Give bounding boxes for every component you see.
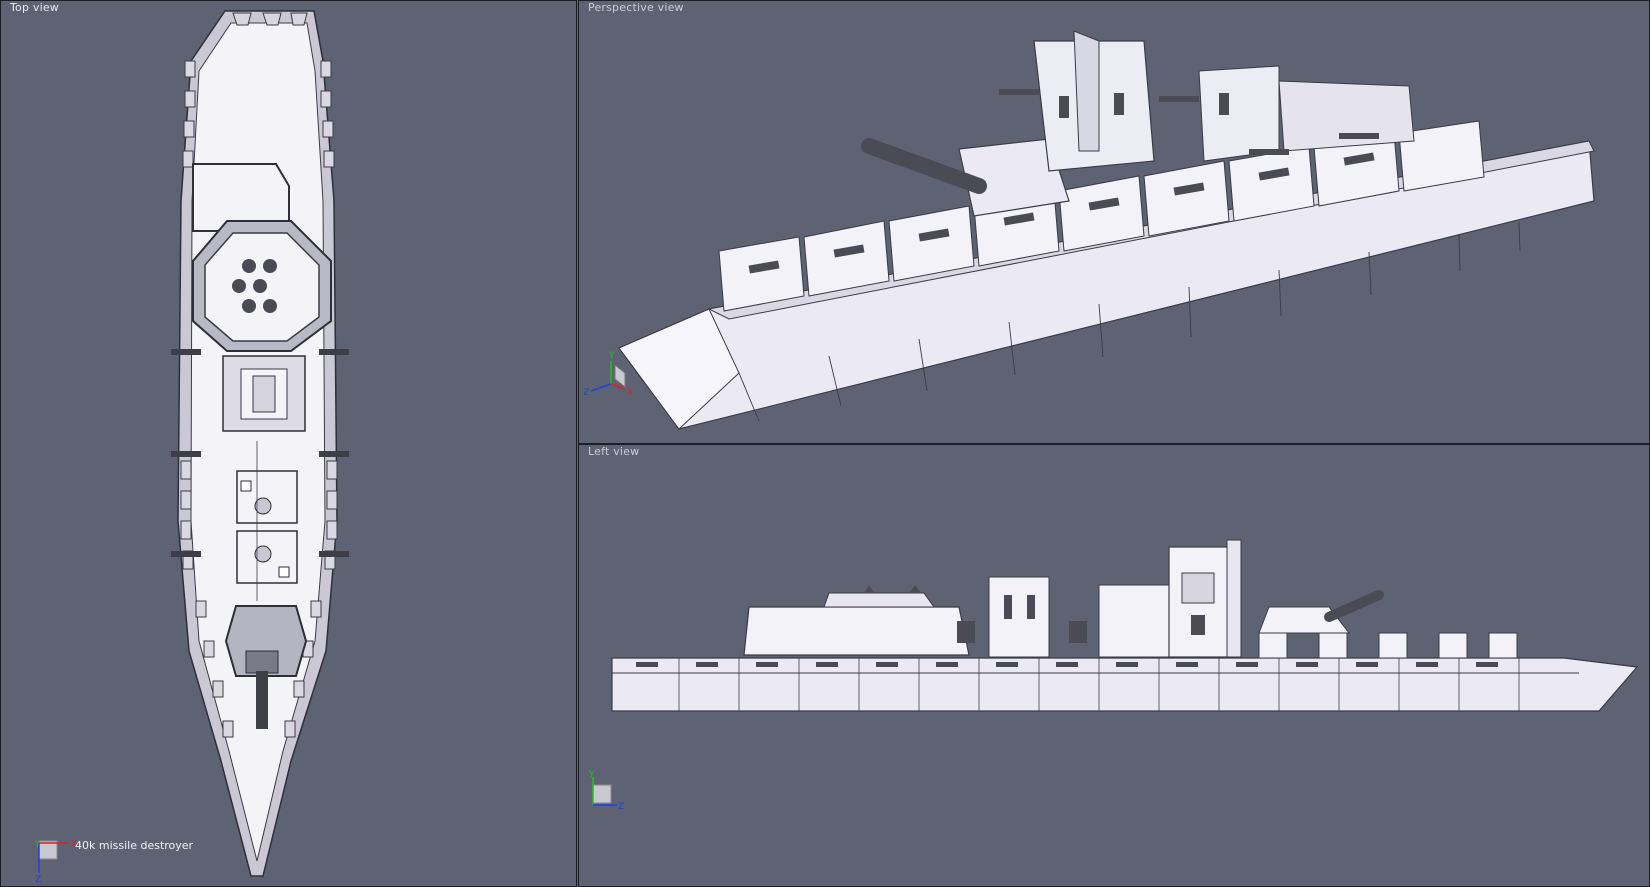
superstructure-block [236,470,298,524]
main-gun-barrel [256,671,268,729]
main-gun-barrel [1324,590,1384,622]
missile-tube [253,279,267,293]
mid-tower [1098,584,1170,658]
svg-text:Z: Z [35,875,41,884]
aft-deckhouse [1278,80,1415,152]
left-axis-indicator: Y Z [588,770,624,812]
top-view-model [171,10,349,877]
left-viewport[interactable]: Left view Y Z [578,444,1650,887]
top-viewport[interactable]: Top view Y X Z 40k missile destroyer [0,0,577,887]
aft-deckhouse [743,606,970,656]
left-view-model [611,539,1639,712]
bow-plates [232,12,308,26]
missile-tube [263,299,277,313]
svg-text:Y: Y [608,351,615,361]
perspective-axis-indicator: Y Z X [583,351,633,398]
aft-tower [988,576,1050,658]
svg-text:Y: Y [34,840,41,850]
svg-text:Z: Z [618,802,624,812]
rear-tower [1198,65,1280,162]
battlements [1258,632,1518,659]
missile-tube [263,259,277,273]
model-name-label: 40k missile destroyer [75,839,194,852]
deck-slits [636,662,1498,667]
missile-tube [232,279,246,293]
hull-deck [190,22,326,862]
svg-text:Y: Y [588,770,595,780]
missile-tube [242,299,256,313]
svg-text:X: X [627,388,633,398]
svg-text:Z: Z [583,388,589,398]
missile-tube [242,259,256,273]
perspective-view-model [618,30,1595,430]
perspective-viewport[interactable]: Perspective view Y Z X [578,0,1650,444]
top-axis-indicator: Y X Z [34,840,77,884]
